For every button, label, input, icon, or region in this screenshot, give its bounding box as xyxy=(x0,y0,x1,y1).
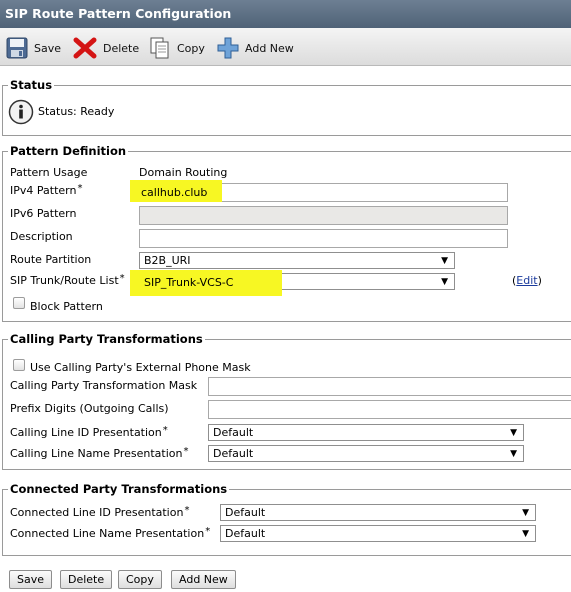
page-title: SIP Route Pattern Configuration xyxy=(0,0,571,28)
calling-line-id-select[interactable]: Default ▼ xyxy=(208,424,524,441)
connected-line-id-label: Connected Line ID Presentation* xyxy=(10,505,190,519)
calling-line-name-label: Calling Line Name Presentation* xyxy=(10,446,189,460)
copy-icon xyxy=(149,37,171,59)
calling-line-name-select[interactable]: Default ▼ xyxy=(208,445,524,462)
connected-line-name-value: Default xyxy=(225,527,266,540)
add-new-label: Add New xyxy=(245,41,294,55)
save-button[interactable]: Save xyxy=(6,36,61,60)
status-legend: Status xyxy=(10,78,53,92)
description-label: Description xyxy=(10,230,73,243)
use-external-mask-checkbox[interactable] xyxy=(13,359,25,371)
copy-button[interactable]: Copy xyxy=(149,36,205,60)
calling-line-id-label: Calling Line ID Presentation* xyxy=(10,425,168,439)
dropdown-arrow-icon: ▼ xyxy=(522,508,529,518)
block-pattern-label: Block Pattern xyxy=(30,300,103,313)
save-icon xyxy=(6,37,28,59)
save-label: Save xyxy=(34,41,62,55)
delete-x-icon xyxy=(73,37,97,59)
status-text: Status: Ready xyxy=(38,105,115,118)
ipv4-pattern-label: IPv4 Pattern* xyxy=(10,183,83,197)
prefix-digits-label: Prefix Digits (Outgoing Calls) xyxy=(10,402,169,415)
add-new-button[interactable]: Add New xyxy=(217,36,294,60)
route-partition-value: B2B_URI xyxy=(144,254,191,267)
pattern-usage-value: Domain Routing xyxy=(139,166,228,179)
calling-line-id-value: Default xyxy=(213,426,254,439)
route-partition-select[interactable]: B2B_URI ▼ xyxy=(139,252,455,269)
dropdown-arrow-icon: ▼ xyxy=(441,256,448,266)
prefix-digits-input[interactable] xyxy=(208,400,571,419)
connected-party-legend: Connected Party Transformations xyxy=(10,482,228,496)
edit-link[interactable]: (Edit) xyxy=(512,274,542,287)
plus-icon xyxy=(217,37,239,59)
toolbar: Save Delete Copy Add New xyxy=(0,28,571,66)
delete-label: Delete xyxy=(103,41,140,55)
dropdown-arrow-icon: ▼ xyxy=(510,449,517,459)
bottom-delete-button[interactable]: Delete xyxy=(60,570,113,589)
dropdown-arrow-icon: ▼ xyxy=(441,277,448,287)
connected-line-name-select[interactable]: Default ▼ xyxy=(220,525,536,542)
delete-button[interactable]: Delete xyxy=(73,36,139,60)
sip-trunk-label: SIP Trunk/Route List* xyxy=(10,273,125,287)
transformation-mask-label: Calling Party Transformation Mask xyxy=(10,379,198,392)
transformation-mask-input[interactable] xyxy=(208,377,571,396)
ipv6-pattern-input xyxy=(139,206,508,225)
info-icon xyxy=(8,99,34,128)
pattern-usage-label: Pattern Usage xyxy=(10,166,88,179)
description-input[interactable] xyxy=(139,229,508,248)
copy-label: Copy xyxy=(177,41,205,55)
bottom-copy-button[interactable]: Copy xyxy=(118,570,162,589)
dropdown-arrow-icon: ▼ xyxy=(510,428,517,438)
calling-line-name-value: Default xyxy=(213,447,254,460)
dropdown-arrow-icon: ▼ xyxy=(522,529,529,539)
connected-line-name-label: Connected Line Name Presentation* xyxy=(10,526,211,540)
bottom-save-button[interactable]: Save xyxy=(9,570,53,589)
route-partition-label: Route Partition xyxy=(10,253,92,266)
use-external-mask-label: Use Calling Party's External Phone Mask xyxy=(30,361,251,374)
pattern-definition-legend: Pattern Definition xyxy=(10,144,127,158)
connected-line-id-value: Default xyxy=(225,506,266,519)
bottom-add-new-button[interactable]: Add New xyxy=(171,570,236,589)
block-pattern-checkbox[interactable] xyxy=(13,297,25,309)
calling-party-legend: Calling Party Transformations xyxy=(10,332,203,346)
ipv4-pattern-value: callhub.club xyxy=(141,186,208,199)
connected-line-id-select[interactable]: Default ▼ xyxy=(220,504,536,521)
ipv6-pattern-label: IPv6 Pattern xyxy=(10,207,77,220)
sip-trunk-value: SIP_Trunk-VCS-C xyxy=(144,276,234,289)
